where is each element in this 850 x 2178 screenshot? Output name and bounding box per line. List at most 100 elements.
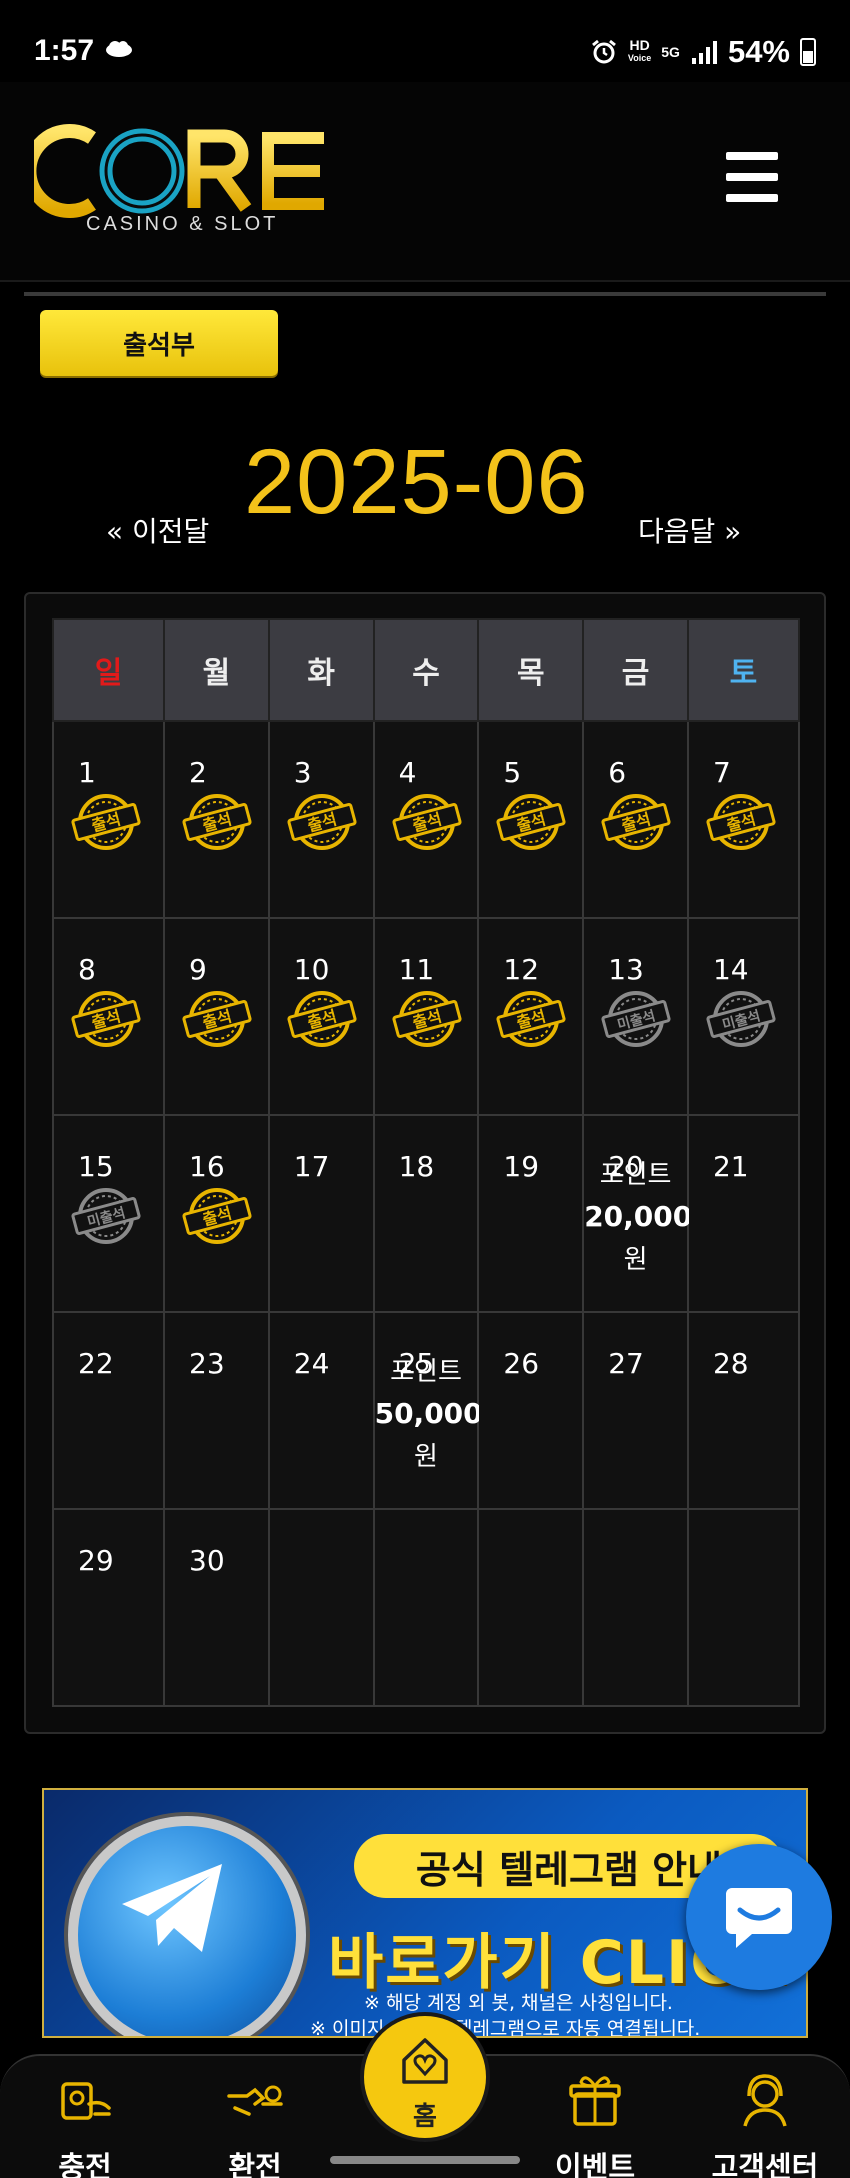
attended-stamp-icon: 출석 — [287, 794, 357, 850]
day-number: 10 — [293, 953, 330, 986]
clock: 1:57 — [34, 34, 95, 67]
day-number: 23 — [189, 1347, 225, 1380]
missed-stamp-icon: 미출석 — [71, 1188, 141, 1244]
day-number: 19 — [503, 1150, 540, 1183]
battery-percent: 54% — [727, 34, 790, 69]
calendar-day-cell: 12 출석 — [477, 917, 585, 1116]
network-indicator: 5G — [661, 43, 680, 60]
weekday-tue: 화 — [267, 618, 375, 722]
day-number: 30 — [189, 1544, 225, 1577]
calendar-day-cell: 6 출석 — [582, 720, 689, 919]
day-number: 7 — [712, 756, 731, 789]
current-month: 2025-06 — [244, 431, 589, 533]
cloud-icon — [106, 41, 132, 57]
day-number: 21 — [712, 1150, 749, 1183]
day-number: 6 — [608, 756, 627, 789]
calendar-day-cell: 21 — [686, 1114, 800, 1313]
calendar-day-cell: 27 — [582, 1311, 689, 1510]
hd-voice-indicator: HD Voice — [627, 37, 652, 63]
calendar-week: 8 출석 9 출석 10 출석 11 출석 12 출석 13 미출석 14 미출석 — [52, 917, 800, 1116]
day-number: 25 — [398, 1347, 435, 1380]
calendar-day-cell: 13 미출석 — [582, 917, 689, 1116]
attended-stamp-icon: 출석 — [392, 794, 462, 850]
chat-bubble-icon — [726, 1888, 792, 1948]
nav-support[interactable]: 고객센터 — [700, 2070, 830, 2178]
calendar-empty-cell — [582, 1508, 689, 1707]
calendar-day-cell: 포인트 50,000 원 25 — [372, 1311, 483, 1510]
day-number: 13 — [608, 953, 644, 986]
day-number: 18 — [398, 1150, 435, 1183]
weekday-header: 일 월 화 수 목 금 토 — [52, 618, 800, 722]
menu-icon — [726, 152, 778, 160]
calendar-day-cell: 포인트 20,000 원 20 — [582, 1114, 692, 1313]
day-number: 29 — [78, 1544, 114, 1577]
attendance-calendar: 일 월 화 수 목 금 토 1 출석 2 출석 3 출석 4 출석 5 출석 6 출석 7 출석 8 출석 9 출… — [52, 618, 800, 1707]
live-chat-button[interactable] — [686, 1844, 832, 1990]
calendar-empty-cell — [267, 1508, 375, 1707]
calendar-empty-cell — [372, 1508, 480, 1707]
day-number: 8 — [78, 953, 96, 986]
deposit-icon — [61, 2082, 111, 2120]
day-number: 3 — [293, 756, 312, 789]
day-number: 14 — [712, 953, 749, 986]
alarm-icon — [591, 39, 616, 64]
day-number: 28 — [712, 1347, 749, 1380]
day-number: 15 — [78, 1150, 114, 1183]
calendar-week: 22 23 24 포인트 50,000 원 25 26 27 28 — [52, 1311, 800, 1510]
next-month-link[interactable]: 다음달 » — [638, 510, 741, 550]
weekday-sun: 일 — [52, 618, 165, 722]
calendar-day-cell: 29 — [52, 1508, 165, 1707]
withdraw-icon — [227, 2085, 283, 2116]
attendance-tab-button[interactable]: 출석부 — [40, 310, 278, 376]
calendar-day-cell: 22 — [52, 1311, 165, 1510]
home-heart-icon — [402, 2038, 448, 2084]
calendar-week: 1 출석 2 출석 3 출석 4 출석 5 출석 6 출석 7 출석 — [52, 720, 800, 919]
attended-stamp-icon: 출석 — [71, 794, 141, 850]
calendar-day-cell: 2 출석 — [163, 720, 270, 919]
calendar-day-cell: 11 출석 — [372, 917, 480, 1116]
calendar-day-cell: 23 — [163, 1311, 270, 1510]
calendar-day-cell: 10 출석 — [267, 917, 375, 1116]
day-number: 11 — [398, 953, 435, 986]
day-number: 22 — [78, 1347, 114, 1380]
calendar-empty-cell — [477, 1508, 585, 1707]
day-number: 2 — [189, 756, 207, 789]
support-icon — [743, 2074, 787, 2127]
day-number: 5 — [503, 756, 522, 789]
calendar-day-cell: 5 출석 — [477, 720, 585, 919]
weekday-mon: 월 — [163, 618, 270, 722]
calendar-day-cell: 24 — [267, 1311, 375, 1510]
missed-stamp-icon: 미출석 — [706, 991, 776, 1047]
nav-home[interactable]: 홈 — [360, 2012, 490, 2142]
calendar-day-cell: 16 출석 — [163, 1114, 270, 1313]
attended-stamp-icon: 출석 — [496, 794, 566, 850]
core-logo[interactable]: CASINO & SLOT — [34, 116, 334, 238]
attended-stamp-icon: 출석 — [182, 794, 252, 850]
attended-stamp-icon: 출석 — [392, 991, 462, 1047]
calendar-day-cell: 3 출석 — [267, 720, 375, 919]
attended-stamp-icon: 출석 — [601, 794, 671, 850]
day-number: 12 — [503, 953, 540, 986]
gift-icon — [569, 2076, 621, 2126]
attended-stamp-icon: 출석 — [496, 991, 566, 1047]
calendar-day-cell: 26 — [477, 1311, 585, 1510]
day-number: 1 — [78, 756, 96, 789]
attended-stamp-icon: 출석 — [706, 794, 776, 850]
calendar-day-cell: 1 출석 — [52, 720, 165, 919]
menu-button[interactable] — [726, 152, 778, 202]
header-divider — [24, 292, 826, 296]
nav-event[interactable]: 이벤트 — [530, 2070, 660, 2178]
nav-deposit[interactable]: 충전 — [20, 2070, 150, 2178]
weekday-sat: 토 — [686, 618, 800, 722]
day-number: 4 — [398, 756, 417, 789]
prev-month-link[interactable]: « 이전달 — [106, 510, 209, 550]
day-number: 24 — [293, 1347, 330, 1380]
banner-note: ※ 해당 계정 외 봇, 채널은 사칭입니다. — [364, 1992, 673, 2014]
calendar-day-cell: 9 출석 — [163, 917, 270, 1116]
calendar-day-cell: 14 미출석 — [686, 917, 800, 1116]
nav-withdraw[interactable]: 환전 — [190, 2070, 320, 2178]
calendar-day-cell: 19 — [477, 1114, 585, 1313]
gesture-bar — [330, 2156, 520, 2164]
calendar-week: 29 30 — [52, 1508, 800, 1707]
missed-stamp-icon: 미출석 — [601, 991, 671, 1047]
